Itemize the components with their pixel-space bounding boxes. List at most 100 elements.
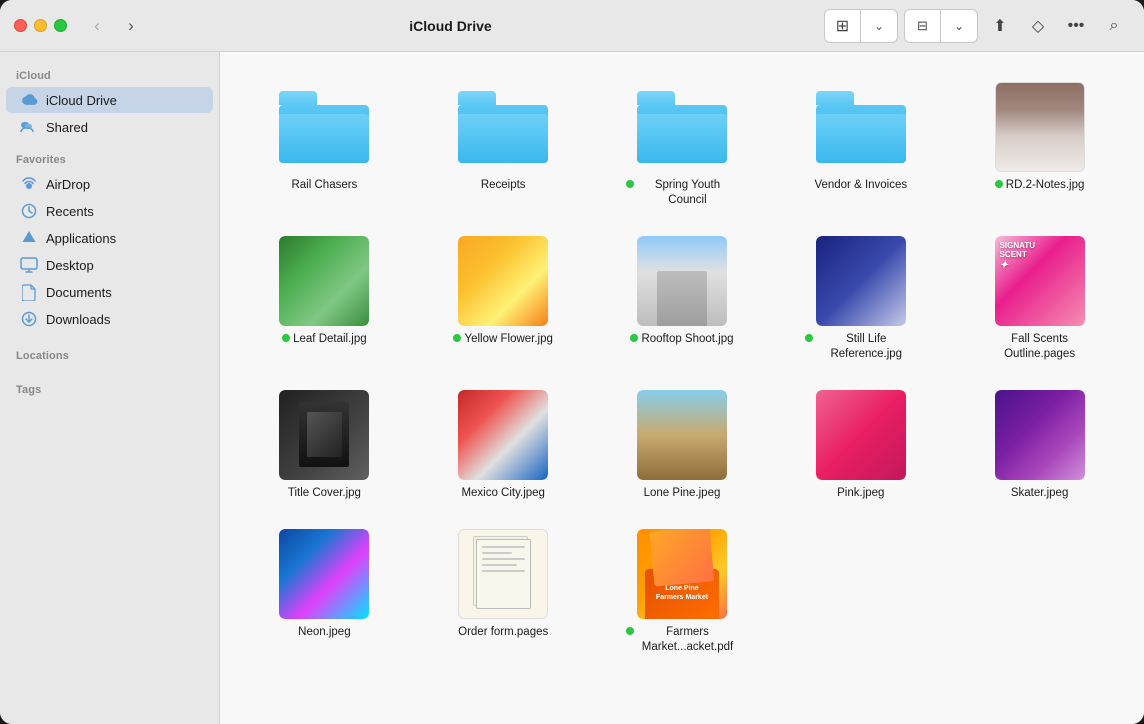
status-dot xyxy=(282,334,290,342)
file-thumbnail xyxy=(637,236,727,326)
gallery-view-button[interactable]: ⌄ xyxy=(941,10,977,42)
image-neon xyxy=(279,529,369,619)
tags-section-header: Tags xyxy=(0,376,219,400)
file-name-row: Spring Youth Council xyxy=(626,178,737,208)
file-name-row: Lone Pine.jpeg xyxy=(644,486,721,501)
list-item[interactable]: Rail Chasers xyxy=(240,72,409,216)
file-name: Rail Chasers xyxy=(291,178,357,193)
grid-icon: ⊞ xyxy=(836,16,849,36)
titlebar: ‹ › iCloud Drive ⊞ ⌄ ⊟ ⌄ xyxy=(0,0,1144,52)
list-item[interactable]: Order form.pages xyxy=(419,519,588,663)
file-name: Title Cover.jpg xyxy=(288,486,361,501)
folder-icon xyxy=(458,91,548,163)
list-item[interactable]: SIGNATUSCENT✦ Fall Scents Outline.pages xyxy=(955,226,1124,370)
file-name-row: Skater.jpeg xyxy=(1011,486,1069,501)
list-item[interactable]: Yellow Flower.jpg xyxy=(419,226,588,370)
file-name-row: Order form.pages xyxy=(458,625,548,640)
desktop-icon xyxy=(20,256,38,274)
image-still xyxy=(816,236,906,326)
list-item[interactable]: Vendor & Invoices xyxy=(776,72,945,216)
file-name-row: Fall Scents Outline.pages xyxy=(990,332,1090,362)
file-thumbnail xyxy=(279,82,369,172)
sidebar-item-documents-label: Documents xyxy=(46,285,112,300)
locations-section-header: Locations xyxy=(0,342,219,366)
sidebar-item-shared[interactable]: Shared xyxy=(6,114,213,140)
list-item[interactable]: Mexico City.jpeg xyxy=(419,380,588,509)
file-thumbnail xyxy=(995,390,1085,480)
tag-button[interactable]: ◇ xyxy=(1022,10,1054,42)
list-item[interactable]: Title Cover.jpg xyxy=(240,380,409,509)
folder-icon xyxy=(637,91,727,163)
file-thumbnail xyxy=(279,529,369,619)
image-fall-scents: SIGNATUSCENT✦ xyxy=(995,236,1085,326)
tag-icon: ◇ xyxy=(1032,16,1044,36)
status-dot xyxy=(626,627,634,635)
file-name-row: Neon.jpeg xyxy=(298,625,350,640)
sidebar-item-applications-label: Applications xyxy=(46,231,116,246)
sidebar-item-downloads-label: Downloads xyxy=(46,312,110,327)
list-item[interactable]: Leaf Detail.jpg xyxy=(240,226,409,370)
file-name: Pink.jpeg xyxy=(837,486,884,501)
sidebar-item-shared-label: Shared xyxy=(46,120,88,135)
sidebar-item-recents[interactable]: Recents xyxy=(6,198,213,224)
traffic-lights xyxy=(14,19,67,32)
column-view-button[interactable]: ⊟ xyxy=(905,10,941,42)
sidebar-item-documents[interactable]: Documents xyxy=(6,279,213,305)
file-name: Rooftop Shoot.jpg xyxy=(641,332,733,347)
icloud-section-header: iCloud xyxy=(0,62,219,86)
sidebar-item-icloud-drive[interactable]: iCloud Drive xyxy=(6,87,213,113)
file-name: Leaf Detail.jpg xyxy=(293,332,367,347)
share-icon: ⬆ xyxy=(993,16,1006,36)
image-rd-notes xyxy=(995,82,1085,172)
sidebar-item-airdrop[interactable]: AirDrop xyxy=(6,171,213,197)
file-name: Neon.jpeg xyxy=(298,625,350,640)
file-name: Still Life Reference.jpg xyxy=(816,332,916,362)
share-button[interactable]: ⬆ xyxy=(984,10,1016,42)
content-area: Rail Chasers Receipts xyxy=(220,52,1144,724)
list-item[interactable]: Rooftop Shoot.jpg xyxy=(598,226,767,370)
file-name-row: RD.2-Notes.jpg xyxy=(995,178,1085,193)
sidebar-item-desktop[interactable]: Desktop xyxy=(6,252,213,278)
file-name: Mexico City.jpeg xyxy=(461,486,545,501)
image-pink xyxy=(816,390,906,480)
sidebar-item-desktop-label: Desktop xyxy=(46,258,94,273)
file-thumbnail xyxy=(995,82,1085,172)
favorites-section-header: Favorites xyxy=(0,146,219,170)
list-item[interactable]: Pink.jpeg xyxy=(776,380,945,509)
file-thumbnail xyxy=(458,390,548,480)
list-view-button[interactable]: ⌄ xyxy=(861,10,897,42)
file-name-row: Rail Chasers xyxy=(291,178,357,193)
airdrop-icon xyxy=(20,175,38,193)
status-dot xyxy=(626,180,634,188)
file-name: Vendor & Invoices xyxy=(814,178,907,193)
list-item[interactable]: RD.2-Notes.jpg xyxy=(955,72,1124,216)
window-title: iCloud Drive xyxy=(77,18,824,34)
sidebar-item-recents-label: Recents xyxy=(46,204,94,219)
file-name-row: Receipts xyxy=(481,178,526,193)
shared-icon xyxy=(20,118,38,136)
sidebar-item-applications[interactable]: Applications xyxy=(6,225,213,251)
file-name: Receipts xyxy=(481,178,526,193)
list-item[interactable]: Skater.jpeg xyxy=(955,380,1124,509)
main-layout: iCloud iCloud Drive Shared xyxy=(0,52,1144,724)
file-thumbnail xyxy=(637,82,727,172)
grid-view-button[interactable]: ⊞ xyxy=(825,10,861,42)
list-item[interactable]: Lone PineFarmers Market Farmers Market..… xyxy=(598,519,767,663)
file-name-row: Title Cover.jpg xyxy=(288,486,361,501)
maximize-button[interactable] xyxy=(54,19,67,32)
close-button[interactable] xyxy=(14,19,27,32)
image-farmers: Lone PineFarmers Market xyxy=(637,529,727,619)
search-button[interactable]: ⌕ xyxy=(1098,10,1130,42)
file-name: Spring Youth Council xyxy=(637,178,737,208)
more-icon: ••• xyxy=(1068,17,1085,35)
more-button[interactable]: ••• xyxy=(1060,10,1092,42)
file-thumbnail xyxy=(816,236,906,326)
list-item[interactable]: Lone Pine.jpeg xyxy=(598,380,767,509)
list-item[interactable]: Receipts xyxy=(419,72,588,216)
list-item[interactable]: Neon.jpeg xyxy=(240,519,409,663)
minimize-button[interactable] xyxy=(34,19,47,32)
file-thumbnail xyxy=(816,390,906,480)
list-item[interactable]: Spring Youth Council xyxy=(598,72,767,216)
list-item[interactable]: Still Life Reference.jpg xyxy=(776,226,945,370)
sidebar-item-downloads[interactable]: Downloads xyxy=(6,306,213,332)
